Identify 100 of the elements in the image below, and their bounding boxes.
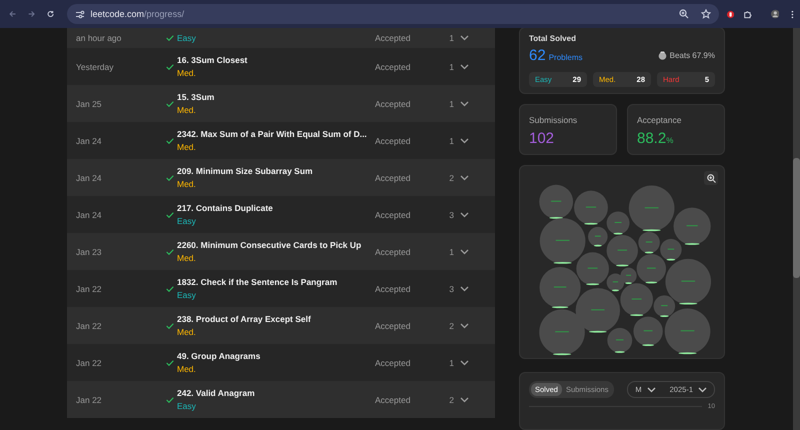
forward-icon[interactable] (28, 9, 36, 19)
check-icon (166, 248, 174, 254)
difficulty-label: Med. (177, 179, 197, 189)
chevron-icon[interactable] (460, 212, 469, 218)
card-label: Acceptance (637, 115, 682, 126)
status-text: Accepted (375, 320, 412, 330)
chevron-icon[interactable] (460, 360, 469, 366)
problem-title[interactable]: 1832. Check if the Sentence Is Pangram (177, 277, 375, 287)
check-icon (166, 322, 174, 328)
chevron-icon[interactable] (460, 396, 469, 402)
bubble[interactable] (606, 212, 630, 235)
chevron-icon[interactable] (460, 138, 469, 144)
scrollbar[interactable] (793, 28, 800, 430)
status-text: Accepted (375, 62, 412, 72)
bubble[interactable] (606, 274, 624, 292)
status-text: Accepted (375, 284, 412, 294)
zoom-button[interactable] (704, 171, 718, 186)
status-text: Accepted (375, 172, 412, 182)
submission-time: Jan 25 (76, 98, 103, 108)
beats-text: Beats 67.9% (670, 51, 715, 60)
reload-icon[interactable] (47, 9, 55, 19)
bubble[interactable] (660, 239, 682, 261)
menu-icon[interactable] (791, 8, 794, 20)
submission-time: Jan 22 (76, 320, 103, 330)
chevron-icon[interactable] (460, 286, 469, 292)
badge-icon (658, 51, 667, 60)
attempt-count: 1 (448, 62, 455, 72)
submission-time: Jan 22 (76, 358, 103, 368)
zoom-icon[interactable] (678, 9, 689, 19)
submissions-value: 102 (529, 130, 556, 148)
bubble[interactable] (607, 328, 632, 354)
check-icon (166, 212, 174, 218)
site-settings-icon[interactable] (74, 10, 85, 18)
difficulty-label: Med. (177, 364, 197, 374)
check-icon (166, 138, 174, 144)
problem-title[interactable]: 49. Group Anagrams (177, 351, 375, 361)
puzzle-icon[interactable] (744, 8, 752, 20)
bubble[interactable] (654, 296, 676, 318)
attempt-count: 3 (448, 210, 455, 220)
submission-time: an hour ago (76, 33, 122, 43)
difficulty-label: Med. (177, 142, 197, 152)
chevron-icon[interactable] (460, 174, 469, 180)
attempt-count: 1 (448, 98, 455, 108)
attempt-count: 1 (448, 136, 455, 146)
problem-title[interactable]: 2342. Max Sum of a Pair With Equal Sum of D... (177, 129, 375, 139)
attempt-count: 3 (448, 284, 455, 294)
status-text: Accepted (375, 210, 412, 220)
chevron-icon[interactable] (460, 64, 469, 70)
url-text: leetcode.com/progress/ (90, 9, 184, 19)
submission-time: Jan 24 (76, 210, 103, 220)
difficulty-label: Med. (177, 105, 197, 115)
status-text: Accepted (375, 246, 412, 256)
chevron-icon[interactable] (460, 100, 469, 106)
problem-title[interactable]: 16. 3Sum Closest (177, 55, 375, 65)
bubble[interactable] (606, 235, 638, 267)
bubble[interactable] (636, 254, 666, 284)
card-label: Submissions (529, 115, 578, 126)
difficulty-label: Easy (177, 290, 197, 300)
submission-time: Jan 22 (76, 394, 103, 404)
difficulty-label: Med. (177, 327, 197, 337)
submission-time: Yesterday (76, 62, 114, 72)
bubble[interactable] (620, 283, 653, 316)
problem-title[interactable]: 209. Minimum Size Subarray Sum (177, 166, 375, 176)
extension-icon[interactable] (726, 8, 734, 20)
check-icon (166, 174, 174, 180)
check-icon (166, 35, 174, 41)
problem-title[interactable]: 242. Valid Anagram (177, 388, 375, 398)
status-text: Accepted (375, 33, 412, 43)
check-icon (166, 100, 174, 106)
difficulty-label: Med. (177, 68, 197, 78)
check-icon (166, 396, 174, 402)
status-text: Accepted (375, 136, 412, 146)
attempt-count: 1 (448, 246, 455, 256)
submission-time: Jan 24 (76, 136, 103, 146)
submission-time: Jan 23 (76, 246, 103, 256)
problem-title[interactable]: 217. Contains Duplicate (177, 203, 375, 213)
chevron-icon[interactable] (460, 322, 469, 328)
back-icon[interactable] (9, 9, 16, 19)
attempt-count: 2 (448, 172, 455, 182)
star-icon[interactable] (700, 9, 711, 19)
difficulty-label: Easy (177, 33, 197, 43)
submission-time: Jan 24 (76, 172, 103, 182)
difficulty-label: Med. (177, 253, 197, 263)
status-text: Accepted (375, 358, 412, 368)
chevron-icon[interactable] (460, 35, 469, 41)
chevron-icon[interactable] (460, 248, 469, 254)
card-title: Total Solved (529, 34, 577, 43)
status-text: Accepted (375, 98, 412, 108)
attempt-count: 1 (448, 358, 455, 368)
status-text: Accepted (375, 394, 412, 404)
check-icon (166, 360, 174, 366)
problem-title[interactable]: 238. Product of Array Except Self (177, 314, 375, 324)
problem-title[interactable]: 2260. Minimum Consecutive Cards to Pick Up (177, 240, 375, 250)
bubble[interactable] (633, 316, 663, 346)
bubble[interactable] (588, 227, 608, 247)
problem-title[interactable]: 15. 3Sum (177, 92, 375, 102)
bubble[interactable] (638, 232, 660, 254)
avatar-icon[interactable] (770, 8, 780, 20)
zoom-in-icon (706, 174, 716, 183)
address-bar[interactable]: leetcode.com/progress/ (66, 4, 719, 24)
